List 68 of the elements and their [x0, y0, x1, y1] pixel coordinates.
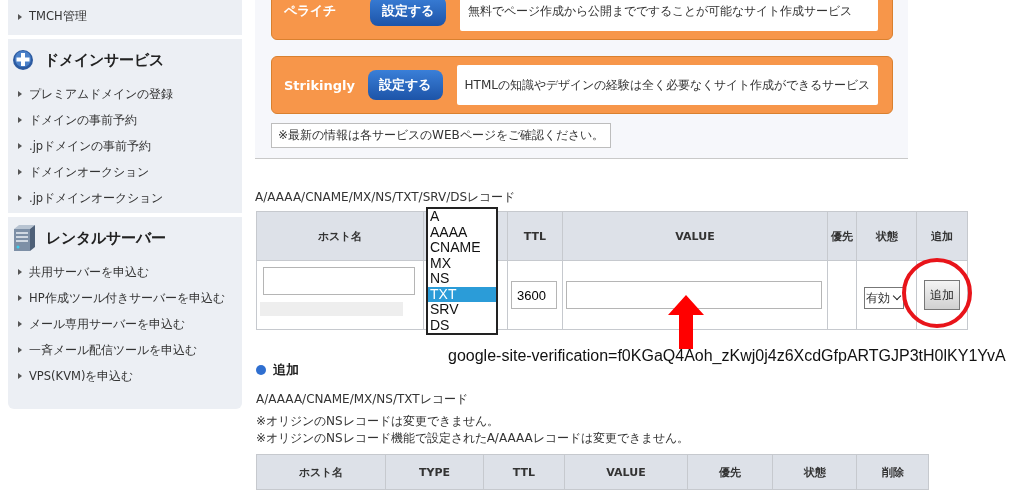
ttl-input[interactable]: 3600: [511, 281, 557, 309]
column-header: VALUE: [562, 211, 828, 261]
verification-text: google-site-verification=f0KGaQ4Aoh_zKwj0j4z6XcdGfpARTGJP3tH0lKY1YvA: [448, 347, 1006, 365]
dropdown-option[interactable]: A: [428, 209, 496, 225]
section-title: レンタルサーバー: [46, 228, 166, 248]
record-types-label: A/AAAA/CNAME/MX/NS/TXTレコード: [256, 391, 469, 407]
notice-text: ※最新の情報は各サービスのWEBページをご確認ください。: [271, 123, 611, 148]
value-input[interactable]: [566, 281, 822, 309]
sidebar-link[interactable]: .jpドメインの事前予約: [29, 138, 152, 154]
sidebar-link[interactable]: ドメインオークション: [29, 164, 149, 180]
service-description: HTMLの知識やデザインの経験は全く必要なくサイト作成ができるサービス: [456, 65, 878, 105]
section-heading: 追加: [273, 361, 299, 379]
column-header: 優先: [827, 211, 857, 261]
triangle-icon: [18, 295, 22, 301]
dropdown-option[interactable]: SRV: [428, 302, 496, 318]
dropdown-option[interactable]: MX: [428, 255, 496, 271]
sidebar-link[interactable]: 一斉メール配信ツールを申込む: [29, 342, 197, 358]
triangle-icon: [18, 347, 22, 353]
triangle-icon: [18, 143, 22, 149]
sidebar-link[interactable]: ドメインの事前予約: [29, 112, 137, 128]
triangle-icon: [18, 321, 22, 327]
note-text: ※オリジンのNSレコードは変更できません。: [256, 413, 500, 430]
column-header: ホスト名: [256, 211, 424, 261]
triangle-icon: [18, 117, 22, 123]
sidebar-link[interactable]: VPS(KVM)を申込む: [29, 368, 134, 384]
triangle-icon: [18, 373, 22, 379]
section-title: ドメインサービス: [44, 50, 164, 70]
column-header: ホスト名: [256, 454, 386, 490]
setup-button[interactable]: 設定する: [368, 70, 443, 100]
dropdown-option[interactable]: DS: [428, 317, 496, 333]
bullet-icon: [256, 365, 266, 375]
sidebar-link[interactable]: TMCH管理: [29, 9, 87, 24]
dropdown-option[interactable]: NS: [428, 271, 496, 287]
column-header: VALUE: [564, 454, 688, 490]
setup-button[interactable]: 設定する: [370, 0, 446, 26]
record-types-label: A/AAAA/CNAME/MX/NS/TXT/SRV/DSレコード: [255, 189, 517, 205]
service-name: ペライチ: [284, 2, 337, 20]
column-header: 状態: [856, 211, 917, 261]
dropdown-option[interactable]: AAAA: [428, 224, 496, 240]
column-header: TTL: [507, 211, 563, 261]
column-header: TTL: [483, 454, 565, 490]
service-description: 無料でページ作成から公開までですることが可能なサイト作成サービス: [460, 0, 878, 31]
sidebar-link[interactable]: メール専用サーバーを申込む: [29, 316, 185, 332]
triangle-icon: [18, 13, 22, 20]
host-input[interactable]: [263, 267, 415, 295]
triangle-icon: [18, 269, 22, 275]
type-dropdown-list[interactable]: A AAAA CNAME MX NS TXT SRV DS: [426, 207, 498, 335]
plus-icon: [12, 49, 34, 71]
column-header: 状態: [772, 454, 857, 490]
add-button[interactable]: 追加: [924, 280, 960, 310]
service-name: Strikingly: [284, 77, 357, 93]
triangle-icon: [18, 195, 22, 201]
column-header: 削除: [856, 454, 929, 490]
sidebar-link[interactable]: プレミアムドメインの登録: [29, 86, 173, 102]
highlight-circle: [902, 258, 972, 328]
status-select[interactable]: 有効: [863, 287, 904, 309]
sidebar-link[interactable]: .jpドメインオークション: [29, 190, 164, 206]
column-header: 追加: [916, 211, 968, 261]
sidebar-link[interactable]: 共用サーバーを申込む: [29, 264, 149, 280]
triangle-icon: [18, 169, 22, 175]
column-header: TYPE: [385, 454, 484, 490]
sidebar-link[interactable]: HP作成ツール付きサーバーを申込む: [29, 290, 225, 306]
column-header: 優先: [687, 454, 773, 490]
up-arrow-icon: [668, 295, 704, 349]
triangle-icon: [18, 91, 22, 97]
dropdown-option[interactable]: CNAME: [428, 240, 496, 256]
server-icon: [12, 225, 36, 251]
note-text: ※オリジンのNSレコード機能で設定されたA/AAAAレコードは変更できません。: [256, 430, 690, 447]
